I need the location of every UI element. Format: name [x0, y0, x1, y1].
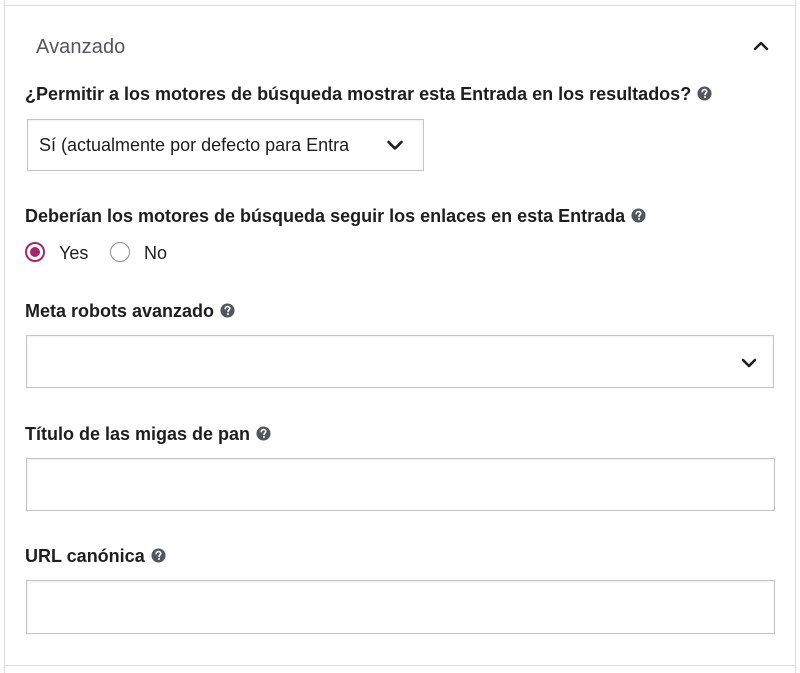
follow-links-label: Deberían los motores de búsqueda seguir … [25, 206, 646, 227]
chevron-up-icon[interactable] [751, 36, 771, 56]
radio-label: Yes [59, 243, 89, 263]
canonical-url-input[interactable] [26, 580, 775, 634]
canonical-url-label-text: URL canónica [25, 546, 145, 566]
section-title: Avanzado [36, 36, 126, 58]
meta-robots-label-text: Meta robots avanzado [25, 301, 215, 321]
search-visibility-select[interactable]: Sí (actualmente por defecto para Entra [27, 119, 424, 171]
breadcrumbs-title-input[interactable] [26, 458, 775, 511]
meta-robots-select[interactable] [26, 335, 774, 388]
chevron-down-icon [741, 358, 757, 368]
canonical-url-label: URL canónica [25, 546, 166, 567]
advanced-section-toggle[interactable]: Avanzado [5, 6, 795, 78]
radio-checked-icon[interactable] [25, 242, 45, 262]
question-circle-icon[interactable] [697, 86, 712, 101]
question-circle-icon[interactable] [220, 303, 235, 318]
meta-robots-label: Meta robots avanzado [25, 301, 235, 322]
follow-links-option-no[interactable]: No [110, 241, 180, 267]
follow-links-option-yes[interactable]: Yes [25, 241, 95, 267]
search-visibility-label-text: ¿Permitir a los motores de búsqueda most… [25, 84, 692, 104]
panel-bottom-divider [4, 665, 796, 666]
search-visibility-label: ¿Permitir a los motores de búsqueda most… [25, 84, 712, 105]
breadcrumbs-title-label: Título de las migas de pan [25, 424, 271, 445]
chevron-down-icon [387, 140, 403, 150]
question-circle-icon[interactable] [256, 426, 271, 441]
search-visibility-selected-value: Sí (actualmente por defecto para Entra [39, 135, 350, 155]
question-circle-icon[interactable] [151, 548, 166, 563]
radio-unchecked-icon[interactable] [110, 242, 130, 262]
question-circle-icon[interactable] [631, 208, 646, 223]
breadcrumbs-title-label-text: Título de las migas de pan [25, 424, 251, 444]
follow-links-label-text: Deberían los motores de búsqueda seguir … [25, 206, 626, 226]
radio-label: No [144, 243, 168, 263]
